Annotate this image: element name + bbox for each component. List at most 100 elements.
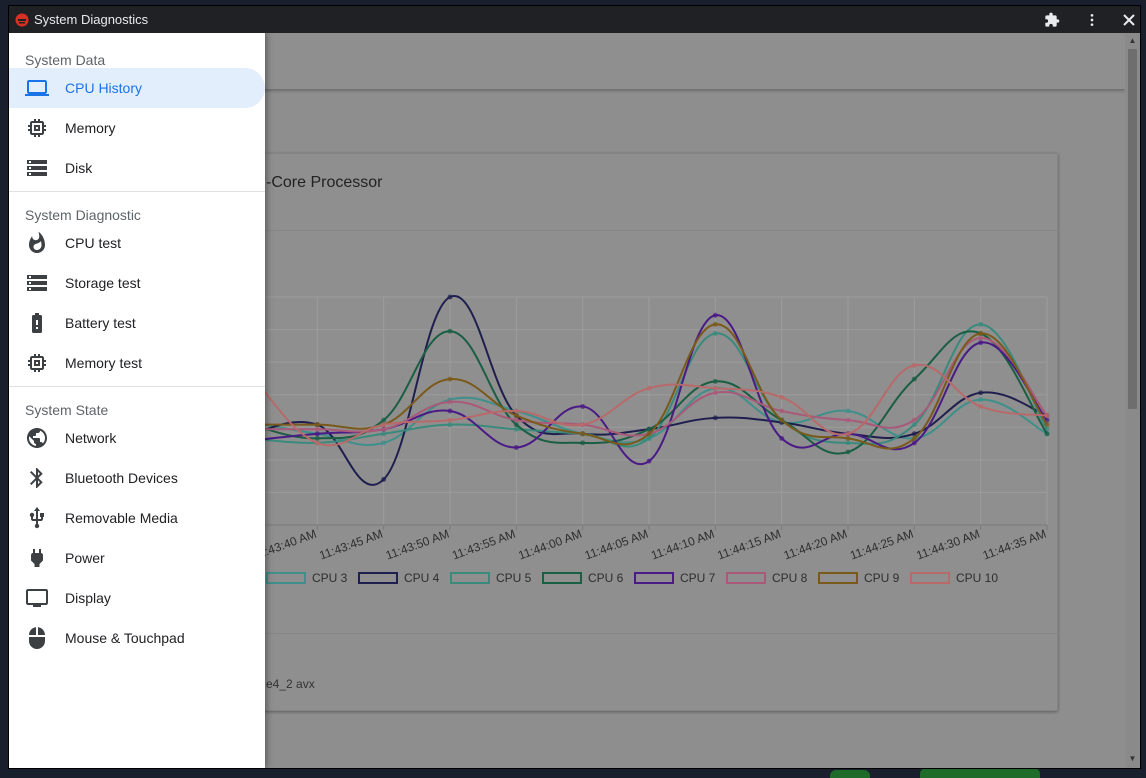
chart-point [845,417,851,423]
chip-icon [25,351,49,375]
sidebar-item-label: Bluetooth Devices [65,470,178,486]
legend-item[interactable]: CPU 3 [266,571,358,585]
section-title-system-diagnostic: System Diagnostic [25,207,141,223]
chart-point [845,408,851,414]
chart-point [646,435,652,441]
chart-x-tick-label: 11:43:50 AM [384,527,451,563]
chart-point [381,431,387,437]
chart-point [381,426,387,432]
sidebar-item-network[interactable]: Network [9,418,265,458]
chart-point [314,440,320,446]
chart-point [978,321,984,327]
legend-swatch [450,572,490,584]
legend-item[interactable]: CPU 4 [358,571,450,585]
chart-point [845,431,851,437]
cpu-flags: e4_2 avx [266,677,315,691]
desktop-decoration [920,768,1040,778]
chart-point [1044,413,1050,419]
chart-point [447,408,453,414]
chart-point [580,440,586,446]
sidebar-item-memory-test[interactable]: Memory test [9,343,265,383]
sidebar-item-label: CPU History [65,80,143,96]
legend-swatch [542,572,582,584]
legend-label: CPU 7 [680,571,716,585]
sidebar-item-display[interactable]: Display [9,578,265,618]
more-vert-icon[interactable] [1082,10,1102,30]
chart-x-tick-label: 11:44:25 AM [848,527,915,563]
sidebar-item-power[interactable]: Power [9,538,265,578]
sidebar-item-bluetooth-devices[interactable]: Bluetooth Devices [9,458,265,498]
chart-point [712,385,718,391]
sidebar-item-mouse-touchpad[interactable]: Mouse & Touchpad [9,618,265,658]
puzzle-icon[interactable] [1042,10,1062,30]
chart-point [911,376,917,382]
scroll-down-icon[interactable]: ▼ [1128,755,1137,763]
sidebar-item-label: Network [65,430,117,446]
window-title: System Diagnostics [34,12,149,27]
navigation-drawer: System Data CPU History Memory Disk Syst… [9,33,265,768]
chart-point [513,444,519,450]
chart-point [314,431,320,437]
legend-swatch [726,572,766,584]
chart-point [978,390,984,396]
chart-point [447,417,453,423]
close-icon[interactable] [1119,10,1139,30]
chart-point [779,408,785,414]
legend-item[interactable]: CPU 6 [542,571,634,585]
sidebar-item-label: Mouse & Touchpad [65,630,185,646]
sidebar-item-removable-media[interactable]: Removable Media [9,498,265,538]
chart-point [712,415,718,421]
chart-point [646,385,652,391]
sidebar-item-disk[interactable]: Disk [9,148,265,188]
storage-icon [25,271,49,295]
cpu-history-chart: :3:35 AM11:43:40 AM11:43:45 AM11:43:50 A… [203,294,1050,563]
sidebar-item-cpu-test[interactable]: CPU test [9,223,265,263]
chart-point [712,378,718,384]
chart-point [911,362,917,368]
bluetooth-icon [25,466,49,490]
scroll-up-icon[interactable]: ▲ [1128,37,1137,45]
sidebar-item-memory[interactable]: Memory [9,108,265,148]
legend-label: CPU 10 [956,571,999,585]
chart-point [580,403,586,409]
legend-item[interactable]: CPU 8 [726,571,818,585]
sidebar-item-storage-test[interactable]: Storage test [9,263,265,303]
chart-point [513,408,519,414]
chart-point [911,417,917,423]
vertical-scrollbar[interactable]: ▲ ▼ [1125,33,1140,768]
chart-point [314,422,320,428]
chart-point [712,390,718,396]
chart-point [978,340,984,346]
legend-item[interactable]: CPU 9 [818,571,910,585]
card-divider [170,633,1059,634]
chart-point [712,330,718,336]
chart-point [381,417,387,423]
sidebar-item-label: Power [65,550,105,566]
chart-x-tick-label: 11:44:15 AM [715,527,782,563]
legend-item[interactable]: CPU 7 [634,571,726,585]
chart-point [779,417,785,423]
desktop-decoration [830,770,870,778]
legend-item[interactable]: CPU 10 [910,571,1002,585]
sidebar-item-label: CPU test [65,235,122,251]
chart-point [646,458,652,464]
title-bar[interactable]: System Diagnostics [9,6,1140,33]
legend-label: CPU 5 [496,571,532,585]
sidebar-item-label: Memory [65,120,116,136]
sidebar-item-battery-test[interactable]: Battery test [9,303,265,343]
chart-point [381,440,387,446]
chart-point [447,422,453,428]
scrollbar-thumb[interactable] [1128,49,1137,409]
chart-point [513,422,519,428]
section-title-system-state: System State [25,402,109,418]
legend-item[interactable]: CPU 5 [450,571,542,585]
legend-label: CPU 4 [404,571,440,585]
chart-point [447,328,453,334]
chart-point [1044,431,1050,437]
sidebar-item-label: Disk [65,160,93,176]
chart-x-tick-label: 11:44:20 AM [782,527,849,563]
chart-point [381,422,387,428]
monitor-icon [25,586,49,610]
chart-point [845,440,851,446]
sidebar-item-cpu-history[interactable]: CPU History [9,68,265,108]
